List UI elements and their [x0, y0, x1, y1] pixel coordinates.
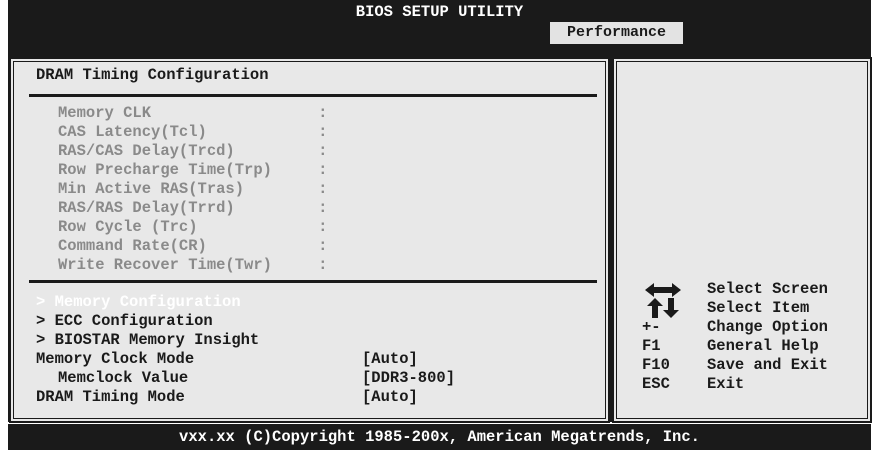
copyright-footer: vxx.xx (C)Copyright 1985-200x, American … — [8, 424, 871, 450]
setting-memclock-value-value[interactable]: [DDR3-800] — [362, 369, 455, 388]
setting-memclock-value[interactable]: Memclock Value — [58, 369, 188, 388]
timing-item-row-cycle: Row Cycle (Trc) — [58, 218, 198, 236]
up-down-arrows-icon — [647, 298, 679, 318]
timing-item-ras-cas-delay: RAS/CAS Delay(Trcd) — [58, 142, 235, 160]
timing-item-cas-latency: CAS Latency(Tcl) — [58, 123, 207, 141]
timing-item-write-recover: Write Recover Time(Twr) — [58, 256, 272, 274]
submenu-memory-configuration[interactable]: > Memory Configuration — [36, 293, 241, 312]
submenu-ecc-configuration[interactable]: > ECC Configuration — [36, 312, 213, 331]
help-save-and-exit: Save and Exit — [707, 356, 828, 374]
help-exit: Exit — [707, 375, 745, 393]
setting-dram-timing-mode[interactable]: DRAM Timing Mode — [36, 388, 185, 407]
bios-title: BIOS SETUP UTILITY — [355, 3, 524, 21]
help-change-option: Change Option — [707, 318, 828, 336]
title-bar: BIOS SETUP UTILITY Performance — [8, 0, 871, 44]
divider-top — [29, 94, 597, 97]
help-key-f10: F10 — [642, 356, 670, 374]
timing-item-memory-clk: Memory CLK — [58, 104, 152, 122]
left-right-arrows-icon — [645, 283, 681, 297]
help-key-esc: ESC — [642, 375, 670, 393]
setting-memory-clock-mode[interactable]: Memory Clock Mode — [36, 350, 194, 369]
setting-dram-timing-mode-value[interactable]: [Auto] — [362, 388, 418, 407]
help-key-f1: F1 — [642, 337, 661, 355]
tab-performance[interactable]: Performance — [550, 22, 683, 44]
help-select-screen: Select Screen — [707, 280, 828, 298]
timing-item-command-rate: Command Rate(CR) — [58, 237, 207, 255]
divider-bottom — [29, 280, 597, 283]
timing-item-row-precharge: Row Precharge Time(Trp) — [58, 161, 272, 179]
help-key-plus-minus: +- — [642, 318, 661, 336]
submenu-biostar-memory-insight[interactable]: > BIOSTAR Memory Insight — [36, 331, 259, 350]
timing-item-min-active-ras: Min Active RAS(Tras) — [58, 180, 245, 198]
timing-item-ras-ras-delay: RAS/RAS Delay(Trrd) — [58, 199, 235, 217]
help-select-item: Select Item — [707, 299, 810, 317]
section-title: DRAM Timing Configuration — [36, 66, 269, 84]
setting-memory-clock-mode-value[interactable]: [Auto] — [362, 350, 418, 369]
help-general-help: General Help — [707, 337, 819, 355]
